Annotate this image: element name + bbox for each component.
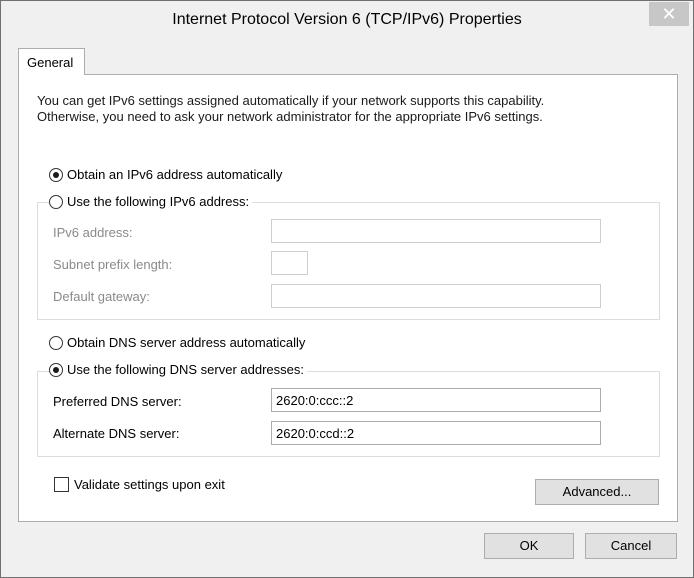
cancel-button[interactable]: Cancel (585, 533, 677, 559)
tab-general[interactable]: General (18, 48, 85, 75)
preferred-dns-label: Preferred DNS server: (53, 394, 182, 409)
radio-button-icon (49, 194, 63, 209)
subnet-prefix-input[interactable] (271, 251, 308, 275)
window-title: Internet Protocol Version 6 (TCP/IPv6) P… (172, 11, 522, 28)
intro-line-1: You can get IPv6 settings assigned autom… (37, 93, 545, 108)
validate-settings-checkbox[interactable] (54, 477, 69, 492)
intro-line-2: Otherwise, you need to ask your network … (37, 109, 543, 124)
radio-obtain-ipv6-auto-label: Obtain an IPv6 address automatically (67, 167, 283, 182)
advanced-button[interactable]: Advanced... (535, 479, 659, 505)
radio-obtain-dns-auto-label: Obtain DNS server address automatically (67, 335, 306, 350)
preferred-dns-input[interactable] (271, 388, 601, 412)
ok-button[interactable]: OK (484, 533, 574, 559)
title-bar[interactable]: Internet Protocol Version 6 (TCP/IPv6) P… (1, 1, 693, 39)
radio-button-icon (49, 362, 63, 377)
validate-settings-label: Validate settings upon exit (74, 477, 225, 492)
radio-use-following-dns-label: Use the following DNS server addresses: (67, 362, 304, 377)
subnet-prefix-label: Subnet prefix length: (53, 257, 173, 272)
default-gateway-input[interactable] (271, 284, 601, 308)
alternate-dns-input[interactable] (271, 421, 601, 445)
radio-button-icon (49, 167, 63, 182)
radio-use-following-ipv6[interactable]: Use the following IPv6 address: (49, 194, 253, 209)
tab-general-label: General (27, 55, 74, 70)
radio-button-icon (49, 335, 63, 350)
radio-use-following-ipv6-label: Use the following IPv6 address: (67, 194, 250, 209)
radio-obtain-ipv6-auto[interactable]: Obtain an IPv6 address automatically (49, 167, 286, 182)
close-icon: ✕ (661, 4, 677, 24)
alternate-dns-label: Alternate DNS server: (53, 426, 180, 441)
ipv6-address-input[interactable] (271, 219, 601, 243)
close-button[interactable]: ✕ (649, 2, 689, 26)
validate-settings-checkbox-row[interactable]: Validate settings upon exit (54, 477, 225, 492)
ipv6-address-label: IPv6 address: (53, 225, 133, 240)
intro-text: You can get IPv6 settings assigned autom… (37, 93, 637, 125)
radio-use-following-dns[interactable]: Use the following DNS server addresses: (49, 362, 307, 377)
radio-obtain-dns-auto[interactable]: Obtain DNS server address automatically (49, 335, 309, 350)
dialog-window: Internet Protocol Version 6 (TCP/IPv6) P… (0, 0, 694, 578)
default-gateway-label: Default gateway: (53, 289, 150, 304)
